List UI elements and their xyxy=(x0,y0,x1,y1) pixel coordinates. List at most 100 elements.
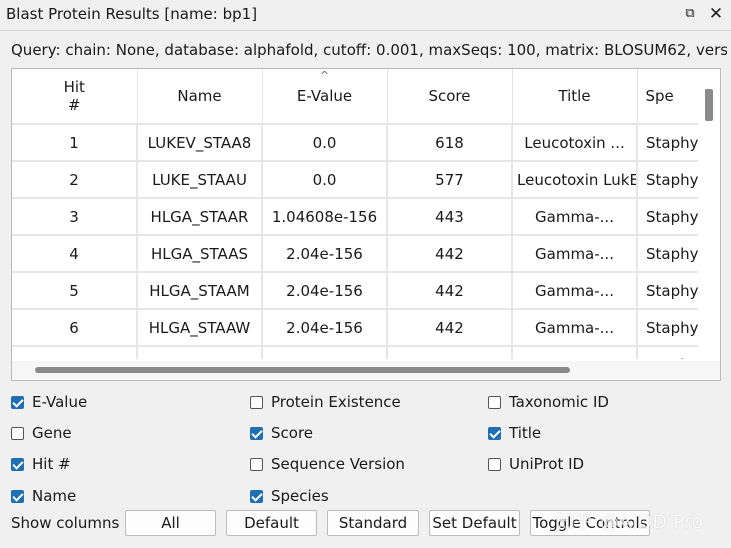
column-header-label: Title xyxy=(558,87,591,105)
option-hit-number[interactable]: Hit # xyxy=(11,455,71,473)
cell-evalue: 0.0 xyxy=(262,124,388,162)
results-table-viewport[interactable]: Hit # Name ^ E-Value Score Title Spe 1 LU… xyxy=(12,69,698,359)
cell-hit: 3 xyxy=(12,198,138,236)
checkbox-gene[interactable] xyxy=(11,426,24,440)
close-icon[interactable]: ✕ xyxy=(706,4,726,24)
cell-evalue: 2.04e-156 xyxy=(262,272,388,310)
vertical-scrollbar-thumb[interactable] xyxy=(705,89,713,121)
table-row[interactable]: 2 LUKE_STAAU 0.0 577 Leucotoxin LukE Sta… xyxy=(12,161,698,199)
checkbox-hit-number[interactable] xyxy=(11,457,24,471)
cell-name: LUKE_STAAU xyxy=(137,161,263,199)
cell-score: 443 xyxy=(387,198,513,236)
show-all-button[interactable]: All xyxy=(125,510,216,536)
table-row[interactable]: 6 HLGA_STAAW 2.04e-156 442 Gamma-... Sta… xyxy=(12,309,698,347)
cell-name: Q2FVK3_STAA8 xyxy=(137,346,263,359)
cell-hit: 5 xyxy=(12,272,138,310)
default-button[interactable]: Default xyxy=(226,510,317,536)
cell-name: HLGA_STAAS xyxy=(137,235,263,273)
column-header-label: Hit # xyxy=(63,78,85,114)
cell-hit: 7 xyxy=(12,346,138,359)
cell-hit: 4 xyxy=(12,235,138,273)
checkbox-taxonomic-id[interactable] xyxy=(488,395,501,409)
option-uniprot-id[interactable]: UniProt ID xyxy=(488,455,584,473)
checkbox-uniprot-id[interactable] xyxy=(488,457,501,471)
cell-species: Staphylo xyxy=(637,124,698,162)
standard-button[interactable]: Standard xyxy=(327,510,419,536)
cell-title: Leucotoxin LukE xyxy=(512,161,638,199)
cell-species: Staphylo xyxy=(637,198,698,236)
option-label: Gene xyxy=(32,424,72,442)
option-name[interactable]: Name xyxy=(11,487,76,505)
column-header-label: Spe xyxy=(645,87,674,105)
cell-name: LUKEV_STAA8 xyxy=(137,124,263,162)
column-header-score[interactable]: Score xyxy=(387,69,513,125)
checkbox-score[interactable] xyxy=(250,426,263,440)
option-label: Title xyxy=(509,424,542,442)
table-row[interactable]: 7 Q2FVK3_STAA8 2.04e-156 442 Gamma-... S… xyxy=(12,346,698,359)
cell-title: Gamma-... xyxy=(512,272,638,310)
column-header-species[interactable]: Spe xyxy=(637,69,698,125)
option-title[interactable]: Title xyxy=(488,424,541,442)
cell-title: Gamma-... xyxy=(512,198,638,236)
checkbox-title[interactable] xyxy=(488,426,501,440)
cell-score: 618 xyxy=(387,124,513,162)
option-gene[interactable]: Gene xyxy=(11,424,72,442)
checkbox-species[interactable] xyxy=(250,489,263,503)
cell-species: Staphylo xyxy=(637,272,698,310)
cell-score: 442 xyxy=(387,309,513,347)
table-row[interactable]: 4 HLGA_STAAS 2.04e-156 442 Gamma-... Sta… xyxy=(12,235,698,273)
option-label: Protein Existence xyxy=(271,393,401,411)
horizontal-scrollbar-thumb[interactable] xyxy=(35,367,570,373)
cell-species: Staphylo xyxy=(637,309,698,347)
cell-hit: 6 xyxy=(12,309,138,347)
cell-name: HLGA_STAAR xyxy=(137,198,263,236)
cell-hit: 2 xyxy=(12,161,138,199)
option-evalue[interactable]: E-Value xyxy=(11,393,87,411)
column-header-evalue[interactable]: ^ E-Value xyxy=(262,69,388,125)
table-row[interactable]: 5 HLGA_STAAM 2.04e-156 442 Gamma-... Sta… xyxy=(12,272,698,310)
option-label: Hit # xyxy=(32,455,71,473)
cell-score: 442 xyxy=(387,346,513,359)
cell-evalue: 2.04e-156 xyxy=(262,235,388,273)
column-header-title[interactable]: Title xyxy=(512,69,638,125)
set-default-button[interactable]: Set Default xyxy=(429,510,520,536)
cell-evalue: 1.04608e-156 xyxy=(262,198,388,236)
column-header-hit[interactable]: Hit # xyxy=(12,69,138,125)
sort-ascending-icon: ^ xyxy=(319,69,330,82)
column-header-name[interactable]: Name xyxy=(137,69,263,125)
option-label: Score xyxy=(271,424,314,442)
checkbox-sequence-version[interactable] xyxy=(250,457,263,471)
option-protein-existence[interactable]: Protein Existence xyxy=(250,393,401,411)
table-row[interactable]: 3 HLGA_STAAR 1.04608e-156 443 Gamma-... … xyxy=(12,198,698,236)
cell-hit: 1 xyxy=(12,124,138,162)
checkbox-protein-existence[interactable] xyxy=(250,395,263,409)
cell-title: Gamma-... xyxy=(512,309,638,347)
toggle-controls-button[interactable]: Toggle Controls xyxy=(530,510,650,536)
option-taxonomic-id[interactable]: Taxonomic ID xyxy=(488,393,609,411)
float-window-icon[interactable]: ⧉ xyxy=(680,4,700,24)
checkbox-evalue[interactable] xyxy=(11,395,24,409)
show-columns-label: Show columns xyxy=(11,514,120,532)
column-header-label: Score xyxy=(428,87,471,105)
option-sequence-version[interactable]: Sequence Version xyxy=(250,455,405,473)
option-species[interactable]: Species xyxy=(250,487,329,505)
cell-evalue: 2.04e-156 xyxy=(262,309,388,347)
option-score[interactable]: Score xyxy=(250,424,313,442)
window-title: Blast Protein Results [name: bp1] xyxy=(6,5,258,23)
results-table-frame: Hit # Name ^ E-Value Score Title Spe 1 LU… xyxy=(11,68,721,381)
cell-title: Gamma-... xyxy=(512,235,638,273)
column-header-label: Name xyxy=(177,87,222,105)
table-row[interactable]: 1 LUKEV_STAA8 0.0 618 Leucotoxin ... Sta… xyxy=(12,124,698,162)
option-label: E-Value xyxy=(32,393,88,411)
checkbox-name[interactable] xyxy=(11,489,24,503)
cell-score: 442 xyxy=(387,272,513,310)
cell-name: HLGA_STAAW xyxy=(137,309,263,347)
cell-evalue: 2.04e-156 xyxy=(262,346,388,359)
option-label: Taxonomic ID xyxy=(509,393,609,411)
option-label: UniProt ID xyxy=(509,455,585,473)
cell-species: Staphylo xyxy=(637,346,698,359)
cell-evalue: 0.0 xyxy=(262,161,388,199)
results-table: Hit # Name ^ E-Value Score Title Spe 1 LU… xyxy=(12,69,698,359)
cell-score: 442 xyxy=(387,235,513,273)
header-row: Hit # Name ^ E-Value Score Title Spe xyxy=(12,69,698,125)
